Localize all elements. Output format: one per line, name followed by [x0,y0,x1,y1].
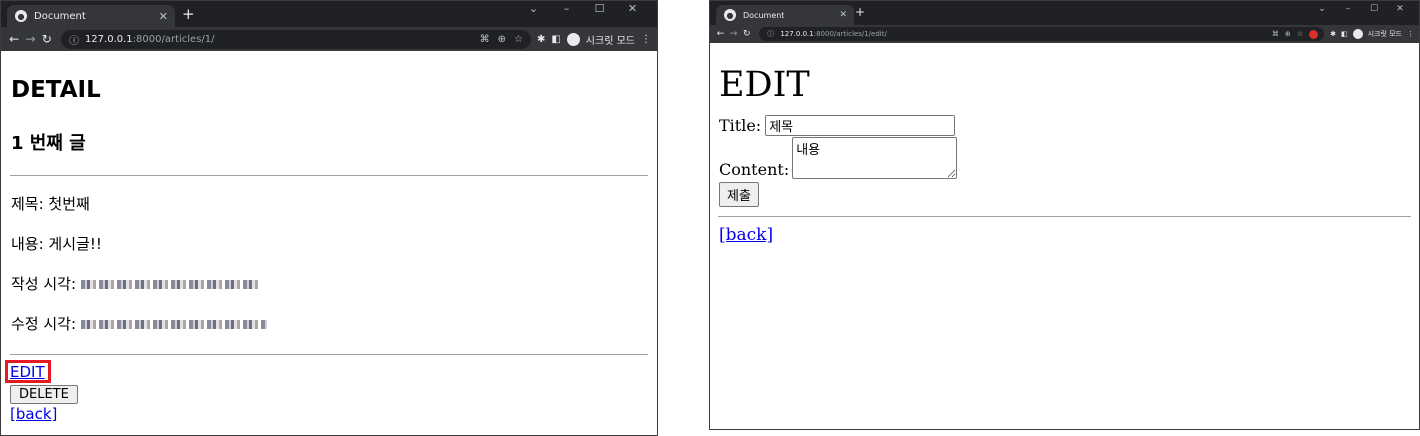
article-number-heading: 1 번째 글 [11,133,86,154]
menu-icon[interactable]: ⋮ [641,34,651,45]
title-input[interactable] [765,115,956,136]
incognito-label: 시크릿 모드 [1367,30,1402,38]
close-tab-icon[interactable]: ✕ [159,10,168,23]
close-window-icon[interactable]: ✕ [616,1,649,17]
url-text: 127.0.0.1:8000/articles/1/ [84,33,215,45]
incognito-icon[interactable] [566,32,580,46]
browser-tab[interactable]: ● Document ✕ [7,5,175,27]
menu-icon[interactable]: ⋮ [1407,30,1414,38]
page-title: DETAIL [11,77,101,103]
back-link[interactable]: [back] [719,225,773,245]
forward-arrow-icon[interactable]: → [727,29,740,39]
browser-tab[interactable]: ● Document ✕ [716,5,854,25]
translate-icon[interactable]: ⌘ [1272,30,1279,38]
close-window-icon[interactable]: ✕ [1387,1,1413,17]
star-icon[interactable]: ☆ [1297,30,1303,38]
updated-at-value-redacted [80,320,267,329]
content-label: Content: [719,160,790,179]
edit-link[interactable]: EDIT [10,363,45,381]
new-tab-icon[interactable]: + [182,5,195,23]
article-content-line: 내용: 게시글!! [11,235,102,253]
tab-strip: ● Document ✕ + ⌄ – ☐ ✕ [710,1,1419,25]
new-tab-icon[interactable]: + [855,5,865,19]
tab-strip: ● Document ✕ + ⌄ – ☐ ✕ [1,1,657,27]
extensions-icon[interactable]: ✱ [537,34,545,45]
page-title: EDIT [719,65,810,105]
close-tab-icon[interactable]: ✕ [839,10,847,20]
recording-extension-icon[interactable] [1309,29,1319,39]
created-at-line: 작성 시각: [11,273,649,294]
browser-window-detail: ● Document ✕ + ⌄ – ☐ ✕ ← → ↻ ⓘ 127.0.0.1… [0,0,658,436]
divider [10,175,648,176]
browser-toolbar: ← → ↻ ⓘ 127.0.0.1:8000/articles/1/ ⌘ ⊕ ☆… [1,27,657,51]
minimize-icon[interactable]: – [1335,1,1361,17]
forward-arrow-icon[interactable]: → [22,32,38,46]
chrome-favicon-icon: ● [15,10,27,22]
back-link[interactable]: [back] [10,405,649,423]
content-textarea[interactable]: 내용 [792,137,958,179]
created-at-label: 작성 시각: [11,275,77,293]
title-label: Title: [719,116,762,135]
info-icon[interactable]: ⓘ [767,29,774,39]
maximize-icon[interactable]: ☐ [583,1,616,17]
delete-button[interactable]: DELETE [10,385,78,404]
back-arrow-icon[interactable]: ← [714,29,727,39]
reload-icon[interactable]: ↻ [740,29,753,39]
content-row: Content: 내용 [719,137,1411,179]
star-icon[interactable]: ☆ [514,34,523,45]
url-text: 127.0.0.1:8000/articles/1/edit/ [780,30,887,38]
translate-icon[interactable]: ⌘ [480,34,490,45]
back-arrow-icon[interactable]: ← [6,32,22,46]
incognito-label: 시크릿 모드 [585,35,635,47]
zoom-icon[interactable]: ⊕ [1285,30,1291,38]
tab-title: Document [743,10,785,20]
incognito-icon[interactable] [1352,29,1363,39]
minimize-icon[interactable]: – [550,1,583,17]
sidepanel-icon[interactable]: ◧ [1341,30,1348,38]
chrome-favicon-icon: ● [724,9,736,21]
article-title-line: 제목: 첫번째 [11,195,90,213]
info-icon[interactable]: ⓘ [69,32,79,47]
edit-form: Title: Content: 내용 제출 [719,115,1411,207]
zoom-icon[interactable]: ⊕ [498,34,506,45]
extensions-icon[interactable]: ✱ [1330,30,1336,38]
submit-button[interactable]: 제출 [719,182,759,207]
reload-icon[interactable]: ↻ [39,32,55,46]
address-bar[interactable]: ⓘ 127.0.0.1:8000/articles/1/edit/ ⌘ ⊕ ☆ [759,27,1325,41]
tab-title: Document [34,10,86,22]
sidepanel-icon[interactable]: ◧ [551,34,560,45]
tab-search-icon[interactable]: ⌄ [1309,1,1335,17]
divider [718,216,1411,217]
browser-window-edit: ● Document ✕ + ⌄ – ☐ ✕ ← → ↻ ⓘ 127.0.0.1… [709,0,1420,430]
page-content: EDIT Title: Content: 내용 제출 [back] [710,43,1419,429]
maximize-icon[interactable]: ☐ [1361,1,1387,17]
updated-at-label: 수정 시각: [11,315,77,333]
address-bar[interactable]: ⓘ 127.0.0.1:8000/articles/1/ ⌘ ⊕ ☆ [60,29,531,49]
window-controls: ⌄ – ☐ ✕ [517,1,649,17]
page-content: DETAIL 1 번째 글 제목: 첫번째 내용: 게시글!! 작성 시각: 수… [1,51,657,435]
window-controls: ⌄ – ☐ ✕ [1309,1,1413,17]
created-at-value-redacted [80,280,261,289]
tab-search-icon[interactable]: ⌄ [517,1,550,17]
updated-at-line: 수정 시각: [11,313,649,334]
browser-toolbar: ← → ↻ ⓘ 127.0.0.1:8000/articles/1/edit/ … [710,25,1419,43]
edit-highlight-box: EDIT [5,360,51,383]
title-row: Title: [719,115,1411,136]
divider [10,354,648,355]
